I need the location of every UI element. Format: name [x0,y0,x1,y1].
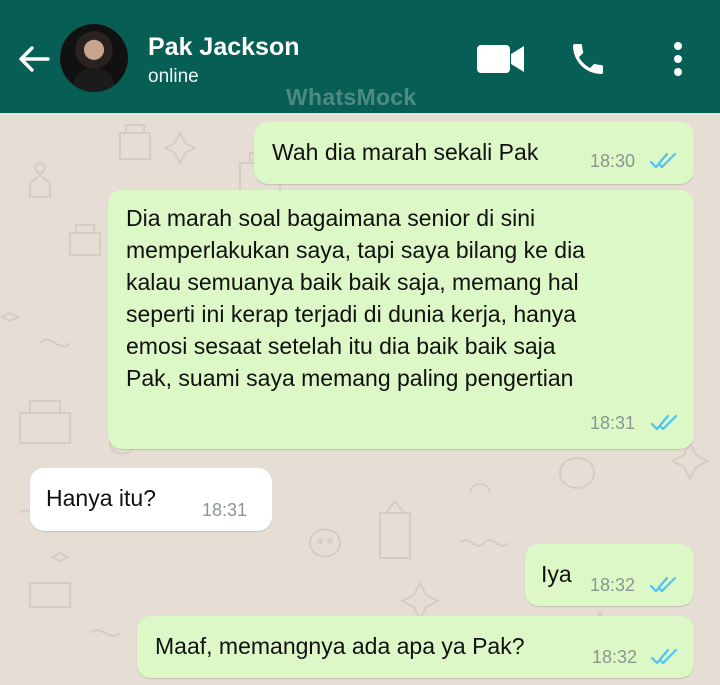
watermark: WhatsMock [286,84,417,110]
read-receipt-icon [650,648,678,665]
contact-status: online [148,66,199,87]
message-time: 18:32 [592,647,638,667]
chat-header: Pak Jackson online WhatsMock [0,0,720,113]
message-time: 18:31 [202,500,248,520]
chat-area: Wah dia marah sekali Pak 18:30 Dia marah… [0,113,720,685]
message-text: Dia marah soal bagaimana senior di sini … [126,202,686,394]
message-time: 18:31 [590,413,636,433]
outgoing-message-1[interactable]: Wah dia marah sekali Pak 18:30 [254,122,694,184]
message-line: Dia marah soal bagaimana senior di sini [126,205,536,231]
message-line: Pak, suami saya memang paling pengertian [126,365,574,391]
outgoing-message-3[interactable]: Iya 18:32 [525,544,694,606]
read-receipt-icon [650,414,678,431]
message-time: 18:30 [590,151,636,171]
more-options-icon[interactable] [666,40,690,78]
message-text: Wah dia marah sekali Pak [272,139,539,165]
contact-avatar[interactable] [60,24,128,92]
message-time: 18:32 [590,575,636,595]
message-line: memperlakukan saya, tapi saya bilang ke … [126,237,585,263]
message-text: Hanya itu? [46,485,156,511]
incoming-message-1[interactable]: Hanya itu? 18:31 [30,468,272,531]
contact-name[interactable]: Pak Jackson [148,33,300,61]
message-text: Iya [541,561,572,587]
video-call-icon[interactable] [476,44,526,74]
read-receipt-icon [649,152,677,169]
message-line: emosi sesaat setelah itu dia baik baik s… [126,333,556,359]
message-text: Maaf, memangnya ada apa ya Pak? [155,633,525,659]
outgoing-message-4[interactable]: Maaf, memangnya ada apa ya Pak? 18:32 [137,616,694,678]
outgoing-message-2[interactable]: Dia marah soal bagaimana senior di sini … [108,190,694,449]
back-arrow-icon[interactable] [14,40,52,78]
phone-call-icon[interactable] [568,39,608,79]
message-line: kalau semuanya baik baik saja, memang ha… [126,269,579,295]
read-receipt-icon [649,576,677,593]
message-line: seperti ini kerap terjadi di dunia kerja… [126,301,577,327]
